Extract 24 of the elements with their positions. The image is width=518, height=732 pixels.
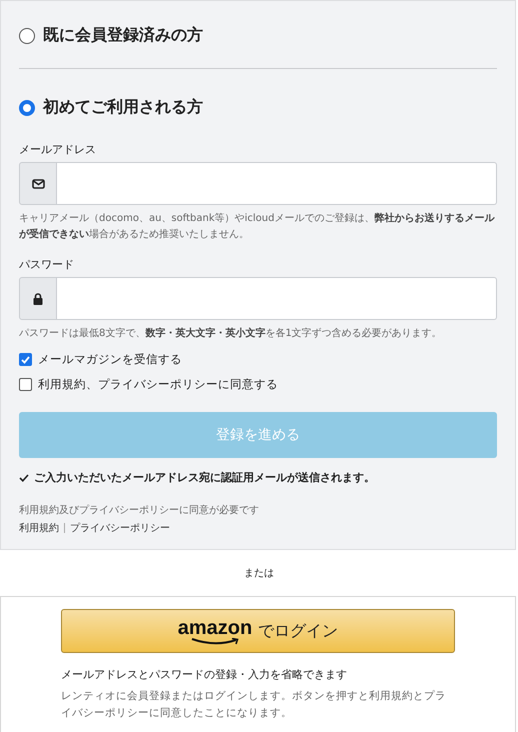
policy-link[interactable]: 利用規約 xyxy=(19,521,59,535)
separator-text: または xyxy=(244,567,274,580)
field-label: メールアドレス xyxy=(19,142,97,157)
hint-text: パスワードは最低8文字で、数字・英大文字・英小文字を各1文字ずつ含める必要があります。 xyxy=(19,326,443,341)
notice-text: ご入力いただいたメールアドレス宛に認証用メールが送信されます。 xyxy=(34,470,375,485)
arrow-icon xyxy=(190,638,240,644)
checkbox-label: メールマガジンを受信する xyxy=(38,352,182,367)
checkbox-label: 利用規約、プライバシーポリシーに同意する xyxy=(38,377,278,392)
amazon-login-button[interactable]: amazon でログイン xyxy=(61,609,455,653)
radio-option[interactable]: 既に会員登録済みの方 xyxy=(19,15,203,56)
consent-note: 利用規約及びプライバシーポリシーに同意が必要です xyxy=(19,504,260,517)
password-field[interactable] xyxy=(57,277,497,320)
checkbox[interactable] xyxy=(19,378,32,391)
amazon-title: メールアドレスとパスワードの登録・入力を省略できます xyxy=(61,667,348,682)
radio-option[interactable]: 初めてご利用される方 xyxy=(19,87,203,128)
checkbox[interactable] xyxy=(19,353,32,366)
lock-icon xyxy=(33,292,43,304)
hint-text: キャリアメール（docomo、au、softbank等）やicloudメールでのご登録は、弊社からお送りするメールが受信できない場合があるため推奨いたしません。 xyxy=(19,212,496,242)
field-label: パスワード xyxy=(19,257,75,272)
policy-link[interactable]: プライバシーポリシー xyxy=(70,521,170,535)
envelope-icon xyxy=(32,178,44,188)
check-icon xyxy=(19,474,29,482)
amazon-description: レンティオに会員登録またはログインします。ボタンを押すと利用規約とプライバシーポリシーに同意したことになります。 xyxy=(61,689,447,721)
email-field[interactable] xyxy=(57,162,497,205)
